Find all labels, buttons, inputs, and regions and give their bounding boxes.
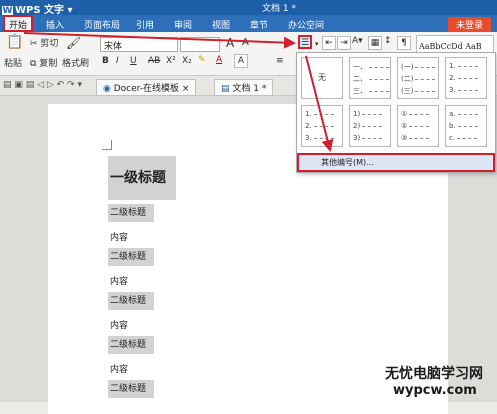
content-paragraph[interactable]: 内容	[110, 318, 128, 331]
title-bar: W WPS 文字 ▾ 文档 1 *	[0, 0, 497, 17]
content-paragraph[interactable]: 内容	[110, 274, 128, 287]
copy-button[interactable]: ⧉ 复制	[30, 56, 57, 69]
window-title: 文档 1 *	[262, 4, 296, 14]
char-border-button[interactable]: A	[234, 54, 248, 68]
sort-icon[interactable]: ↕	[384, 36, 392, 46]
numbering-none-option[interactable]: 无	[301, 57, 343, 99]
login-button[interactable]: 未登录	[447, 17, 491, 32]
numbering-option-arabic-indented[interactable]: 1. 2. 3.	[301, 105, 343, 147]
format-painter-icon[interactable]: 🖌	[66, 36, 81, 50]
menu-bar: 开始 插入 页面布局 引用 审阅 视图 章节 办公空间 未登录	[0, 15, 497, 32]
align-left-icon[interactable]: ≡	[276, 56, 284, 66]
superscript-button[interactable]: X²	[166, 56, 176, 66]
heading-level-2[interactable]: 二级标题	[108, 204, 154, 222]
quick-access-toolbar[interactable]: ▤ ▣ ▤ ◁ ▷ ↶ ↷ ▾	[3, 80, 82, 90]
tab-references[interactable]: 引用	[132, 17, 158, 32]
numbering-option-chinese[interactable]: 一、 二、 三、	[349, 57, 391, 99]
font-color-button[interactable]: A	[216, 55, 222, 65]
format-painter-button[interactable]: 格式刷	[62, 56, 89, 69]
decrease-indent-icon[interactable]: ⇤	[322, 36, 336, 50]
tab-section[interactable]: 章节	[246, 17, 272, 32]
paste-icon[interactable]: 📋	[6, 34, 23, 50]
numbering-option-arabic-dot[interactable]: 1. 2. 3.	[445, 57, 487, 99]
tab-page-layout[interactable]: 页面布局	[80, 17, 124, 32]
tab-docer-templates[interactable]: ◉ Docer-在线模板 ×	[96, 79, 197, 96]
tab-document-1[interactable]: ▤ 文档 1 *	[214, 79, 274, 96]
heading-level-2[interactable]: 二级标题	[108, 248, 154, 266]
numbering-dropdown-panel: 无 一、 二、 三、 (一) (二) (三) 1. 2. 3. 1. 2. 3.…	[296, 52, 496, 173]
content-paragraph[interactable]: 内容	[110, 362, 128, 375]
grow-font-icon[interactable]: A	[226, 36, 234, 50]
italic-button[interactable]: I	[116, 56, 119, 66]
content-paragraph[interactable]: 内容	[110, 230, 128, 243]
heading-level-2[interactable]: 二级标题	[108, 380, 154, 398]
margin-corner-mark	[102, 140, 112, 150]
heading-level-2[interactable]: 二级标题	[108, 336, 154, 354]
tab-home[interactable]: 开始	[3, 15, 34, 32]
numbering-button[interactable]: ☰	[298, 35, 312, 49]
paste-button[interactable]: 粘贴	[4, 56, 22, 69]
underline-button[interactable]: U	[130, 56, 137, 66]
heading-level-2[interactable]: 二级标题	[108, 292, 154, 310]
tab-insert[interactable]: 插入	[42, 17, 68, 32]
cut-button[interactable]: ✂ 剪切	[30, 36, 58, 49]
tab-view[interactable]: 视图	[208, 17, 234, 32]
tab-office-space[interactable]: 办公空间	[284, 17, 328, 32]
subscript-button[interactable]: X₂	[182, 56, 192, 66]
heading-level-1[interactable]: 一级标题	[108, 156, 176, 200]
numbering-option-chinese-paren[interactable]: (一) (二) (三)	[397, 57, 439, 99]
font-name-select[interactable]: 宋体	[100, 37, 178, 52]
shrink-font-icon[interactable]: A	[242, 37, 249, 48]
table-icon[interactable]: ▦	[368, 36, 382, 50]
tab-review[interactable]: 审阅	[170, 17, 196, 32]
font-size-select[interactable]	[180, 37, 220, 52]
numbering-option-arabic-paren[interactable]: 1) 2) 3)	[349, 105, 391, 147]
docer-icon: ◉	[103, 84, 111, 94]
text-tools-icon[interactable]: A▾	[352, 36, 363, 46]
numbering-dropdown-icon[interactable]: ▾	[315, 40, 319, 48]
numbering-option-letters[interactable]: a. b. c.	[445, 105, 487, 147]
show-marks-icon[interactable]: ¶	[397, 36, 411, 50]
site-watermark: 无忧电脑学习网 wypcw.com	[385, 366, 483, 398]
bold-button[interactable]: B	[102, 56, 109, 66]
doc-icon: ▤	[221, 84, 230, 94]
numbering-option-circled[interactable]: ① ② ③	[397, 105, 439, 147]
strikethrough-button[interactable]: AB	[148, 56, 160, 66]
more-numbering-option[interactable]: 其他编号(M)...	[297, 153, 495, 172]
increase-indent-icon[interactable]: ⇥	[337, 36, 351, 50]
highlight-icon[interactable]: ✎	[198, 55, 206, 65]
